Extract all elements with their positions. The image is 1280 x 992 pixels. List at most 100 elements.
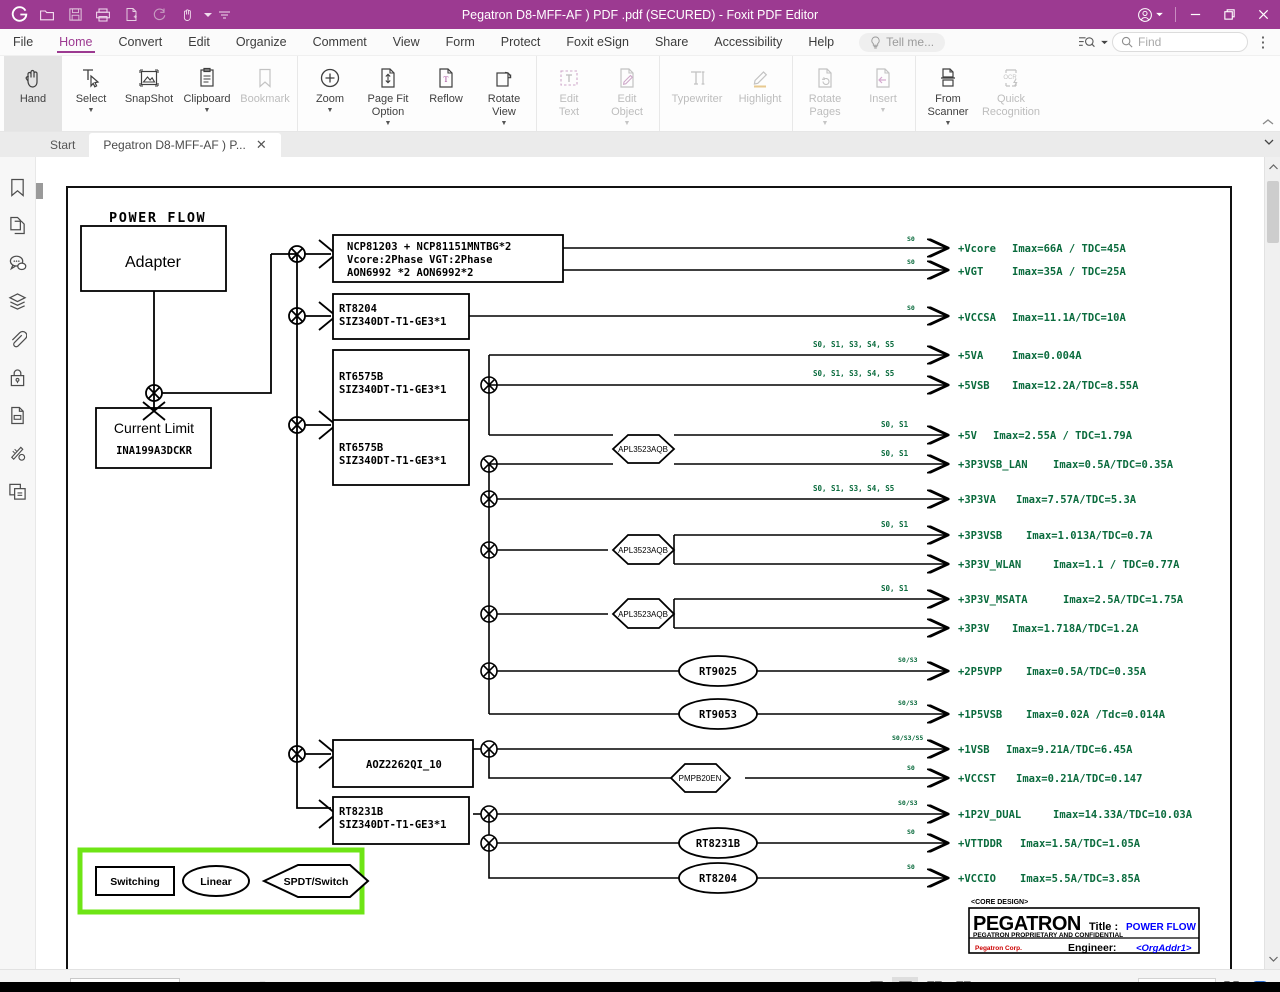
bookmark-panel-icon[interactable] <box>5 173 31 201</box>
customize-toolbar-icon[interactable] <box>216 3 232 27</box>
zoom-button[interactable]: Zoom ▼ <box>301 56 359 131</box>
tabstrip-scroll-icon[interactable] <box>1264 139 1274 150</box>
attachments-panel-icon[interactable] <box>5 325 31 353</box>
save-icon[interactable] <box>62 3 88 27</box>
clipboard-caret-icon[interactable]: ▼ <box>204 107 211 114</box>
more-options-icon[interactable]: ⋮ <box>1252 31 1274 53</box>
bookmark-icon <box>253 63 277 93</box>
menu-form[interactable]: Form <box>433 29 488 55</box>
spdt-switch-1-label: APL3523AQB <box>618 445 668 454</box>
menu-edit[interactable]: Edit <box>175 29 223 55</box>
current-limit-label: Current Limit <box>114 420 194 436</box>
rail-name-16: +1P2V_DUAL <box>958 809 1021 821</box>
search-options-caret-icon[interactable] <box>1101 40 1108 45</box>
menu-comment[interactable]: Comment <box>300 29 380 55</box>
menu-share[interactable]: Share <box>642 29 701 55</box>
restore-icon[interactable] <box>1212 0 1246 29</box>
select-caret-icon[interactable]: ▼ <box>88 107 95 114</box>
navigation-rail <box>0 157 46 969</box>
menu-file[interactable]: File <box>0 29 46 55</box>
legend-linear-label: Linear <box>200 876 232 888</box>
rail-spec-2: Imax=11.1A/TDC=10A <box>1012 312 1126 324</box>
rotate-view-label: Rotate View <box>487 93 521 118</box>
menu-right-tools: Find ⋮ <box>1075 29 1280 55</box>
scroll-down-icon[interactable] <box>1265 951 1280 967</box>
page-thumbnails-panel-icon[interactable] <box>5 211 31 239</box>
scrollbar-thumb[interactable] <box>1267 181 1279 243</box>
hand-tool-quick-icon[interactable] <box>174 3 200 27</box>
refresh-icon[interactable] <box>146 3 172 27</box>
page-fit-option-button[interactable]: Page Fit Option ▼ <box>359 56 417 131</box>
from-scanner-button[interactable]: From Scanner ▼ <box>919 56 977 131</box>
rt8231b-block-line2: SIZ340DT-T1-GE3*1 <box>339 819 446 831</box>
rail-spec-9: Imax=1.1 / TDC=0.77A <box>1053 559 1180 571</box>
document-view[interactable]: NCP81203 + NCP81151MNTBG*2 Vcore:2Phase … <box>36 157 1280 969</box>
select-button[interactable]: Select ▼ <box>62 56 120 131</box>
menu-convert[interactable]: Convert <box>106 29 176 55</box>
linear-reg-4-label: RT8204 <box>699 873 737 885</box>
reflow-button[interactable]: T Reflow <box>417 56 475 131</box>
account-icon[interactable] <box>1127 0 1173 29</box>
rail-spec-0: Imax=66A / TDC=45A <box>1012 243 1126 255</box>
fields-panel-icon[interactable] <box>5 401 31 429</box>
page-fit-option-label: Page Fit Option <box>367 93 409 118</box>
from-scanner-label: From Scanner <box>927 93 969 118</box>
security-panel-icon[interactable] <box>5 363 31 391</box>
hand-button[interactable]: Hand <box>4 56 62 131</box>
legend-switching-label: Switching <box>110 876 160 888</box>
rail-states-14: S0/S3/S5 <box>892 734 923 742</box>
rotate-pages-icon <box>813 63 837 93</box>
create-pdf-icon[interactable] <box>118 3 144 27</box>
collapse-ribbon-icon[interactable] <box>1262 118 1274 129</box>
search-icon <box>1121 36 1133 48</box>
edit-text-icon <box>557 63 581 93</box>
rail-states-15: S0 <box>907 764 915 772</box>
scroll-up-icon[interactable] <box>1265 159 1280 175</box>
menu-protect[interactable]: Protect <box>488 29 554 55</box>
quick-access-toolbar <box>0 3 232 27</box>
minimize-icon[interactable] <box>1178 0 1212 29</box>
search-options-icon[interactable] <box>1075 31 1097 53</box>
quick-recognition-label: Quick Recognition <box>981 93 1041 118</box>
rail-spec-10: Imax=2.5A/TDC=1.75A <box>1063 594 1184 606</box>
tab-pegatron-document[interactable]: Pegatron D8-MFF-AF ) P... ✕ <box>89 133 281 157</box>
rotate-view-button[interactable]: Rotate View ▼ <box>475 56 533 131</box>
comments-panel-icon[interactable] <box>5 249 31 277</box>
menu-foxit-esign[interactable]: Foxit eSign <box>553 29 642 55</box>
signatures-panel-icon[interactable] <box>5 439 31 467</box>
menu-help[interactable]: Help <box>795 29 847 55</box>
page-fit-caret-icon[interactable]: ▼ <box>385 120 392 127</box>
app-logo-icon[interactable] <box>6 3 32 27</box>
layers-panel-icon[interactable] <box>5 287 31 315</box>
rail-spec-6: Imax=0.5A/TDC=0.35A <box>1053 459 1174 471</box>
find-input[interactable]: Find <box>1112 32 1248 52</box>
rotate-view-caret-icon[interactable]: ▼ <box>501 120 508 127</box>
core-design-label: <CORE DESIGN> <box>971 899 1028 906</box>
zoom-caret-icon[interactable]: ▼ <box>327 107 334 114</box>
rail-states-1: S0 <box>907 258 915 266</box>
ribbon-group-comment: Typewriter Highlight <box>659 56 789 131</box>
rail-spec-15: Imax=0.21A/TDC=0.147 <box>1016 773 1142 785</box>
close-icon[interactable] <box>1246 0 1280 29</box>
clipboard-button[interactable]: Clipboard ▼ <box>178 56 236 131</box>
tab-close-icon[interactable]: ✕ <box>256 137 267 153</box>
rt8204-block-line2: SIZ340DT-T1-GE3*1 <box>339 316 446 328</box>
rail-name-6: +3P3VSB_LAN <box>958 459 1028 471</box>
menu-view[interactable]: View <box>380 29 433 55</box>
menu-home[interactable]: Home <box>46 29 105 55</box>
snapshot-button[interactable]: SnapShot <box>120 56 178 131</box>
tab-start[interactable]: Start <box>36 133 89 157</box>
legend-spdt-label: SPDT/Switch <box>284 876 349 888</box>
stamps-panel-icon[interactable] <box>5 477 31 505</box>
open-icon[interactable] <box>34 3 60 27</box>
rail-states-13: S0/S3 <box>898 699 918 707</box>
print-icon[interactable] <box>90 3 116 27</box>
tell-me-box[interactable]: Tell me... <box>859 32 946 52</box>
document-scrollbar[interactable] <box>1264 157 1280 969</box>
menu-accessibility[interactable]: Accessibility <box>701 29 795 55</box>
quick-access-caret-icon[interactable] <box>202 3 214 27</box>
edit-text-button: Edit Text <box>540 56 598 131</box>
menu-organize[interactable]: Organize <box>223 29 300 55</box>
from-scanner-caret-icon[interactable]: ▼ <box>945 120 952 127</box>
linear-reg-2-label: RT9053 <box>699 709 737 721</box>
